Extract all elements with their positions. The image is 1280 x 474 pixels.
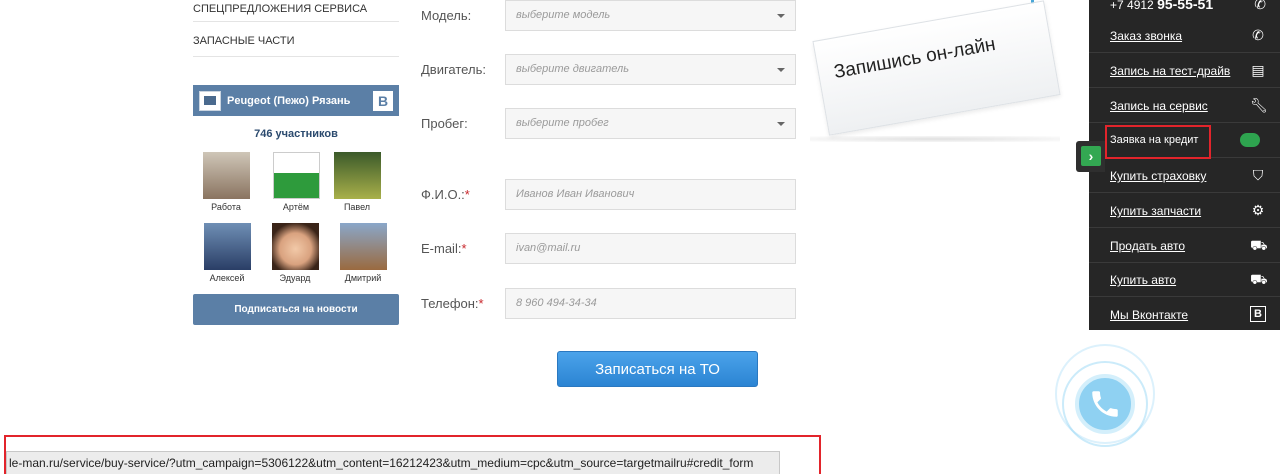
chevron-down-icon [777,122,785,126]
sidebar-item-label: Заказ звонка [1110,29,1183,43]
online-signup-tag[interactable]: Запишись он-лайн [805,0,1070,150]
sidebar-item-vk[interactable]: Мы Вконтакте В [1089,297,1280,332]
engine-label: Двигатель: [421,62,486,77]
member-photo [333,152,381,199]
member-name: Артём [282,202,310,212]
fio-input[interactable]: Иванов Иван Иванович [505,179,796,210]
gear-icon: ⚙ [1251,202,1265,218]
fio-label-text: Ф.И.О.: [421,187,465,202]
chevron-right-icon: › [1081,146,1101,166]
menu-item-service-offers[interactable]: СПЕЦПРЕДЛОЖЕНИЯ СЕРВИСА [193,0,399,22]
mileage-label-text: Пробег: [421,116,468,131]
submit-service-button[interactable]: Записаться на ТО [557,351,758,387]
member-name: Работа [211,202,241,212]
menu-item-spare-parts[interactable]: ЗАПАСНЫЕ ЧАСТИ [193,30,399,57]
phone-prefix: +7 4912 [1110,0,1154,12]
model-label: Модель: [421,8,471,23]
member-photo [272,152,320,199]
sidebar-item-insurance[interactable]: Купить страховку ⛉ [1089,158,1280,193]
chevron-down-icon [777,14,785,18]
fio-input-placeholder: Иванов Иван Иванович [516,188,635,200]
phone-label: Телефон:* [421,296,484,311]
engine-select-placeholder: выберите двигатель [516,63,629,75]
sidebar-item-service[interactable]: Запись на сервис 🔧︎ [1089,88,1280,123]
engine-label-text: Двигатель: [421,62,486,77]
member-photo [202,152,250,199]
callback-widget-button[interactable] [1040,344,1155,458]
sidebar-item-label: Купить авто [1110,273,1177,287]
mileage-select-placeholder: выберите пробег [516,117,609,129]
required-marker: * [464,187,470,202]
group-logo-icon [199,90,221,111]
left-menu: СПЕЦПРЕДЛОЖЕНИЯ СЕРВИСА ЗАПАСНЫЕ ЧАСТИ [193,0,399,57]
member-photo [339,223,387,270]
car-icon: ⛟ [1250,237,1268,253]
right-sidebar: +7 4912 95-55-51 ✆ Заказ звонка ✆ Запись… [1089,0,1280,330]
vk-widget-header[interactable]: Peugeot (Пежо) Рязань В [193,85,399,116]
member-photo [203,223,251,270]
member-photo [271,223,319,270]
required-marker: * [478,296,484,311]
mileage-label: Пробег: [421,116,468,131]
mileage-select[interactable]: выберите пробег [505,108,796,139]
model-label-text: Модель: [421,8,472,23]
sidebar-item-buy-car[interactable]: Купить авто ⛟ [1089,262,1280,297]
required-marker: * [461,241,467,256]
sidebar-item-label: Продать авто [1110,239,1186,253]
phone-icon: ✆ [1254,0,1266,12]
vk-icon[interactable]: В [373,90,393,111]
email-label: E-mail:* [421,241,467,256]
phone-input[interactable]: 8 960 494-34-34 [505,288,796,319]
email-label-text: E-mail: [421,241,462,256]
phone-label-text: Телефон: [421,296,479,311]
model-select[interactable]: выберите модель [505,0,796,31]
status-bar-url: le-man.ru/service/buy-service/?utm_campa… [6,451,780,474]
tag-shadow [810,136,1060,142]
shield-icon: ⛉ [1252,167,1264,183]
wrench-icon: 🔧︎ [1250,97,1268,113]
sidebar-item-label: Мы Вконтакте [1110,308,1189,322]
sidebar-item-label: Купить запчасти [1110,204,1202,218]
chevron-down-icon [777,68,785,72]
phone-icon: ✆ [1252,27,1264,43]
member-name: Павел [343,202,371,212]
highlight-box [1105,125,1211,159]
header-phone[interactable]: +7 4912 95-55-51 [1110,0,1213,12]
subscribe-button[interactable]: Подписаться на новости [193,294,399,325]
piggy-bank-icon [1240,133,1260,147]
sidebar-toggle[interactable]: › [1076,141,1105,172]
vk-icon: В [1250,306,1266,322]
sidebar-item-label: Запись на тест-драйв [1110,64,1231,78]
vk-member[interactable]: Работа [196,152,256,212]
email-input[interactable]: ivan@mail.ru [505,233,796,264]
vk-member[interactable]: Алексей [197,223,257,283]
sidebar-item-parts[interactable]: Купить запчасти ⚙ [1089,193,1280,228]
sidebar-item-callback[interactable]: Заказ звонка ✆ [1089,18,1280,53]
member-name: Эдуард [279,273,311,283]
vk-widget: Peugeot (Пежо) Рязань В 746 участников Р… [193,85,399,325]
phone-number: 95-55-51 [1157,0,1214,12]
document-icon: ▤ [1251,62,1265,78]
vk-member[interactable]: Павел [327,152,387,212]
sidebar-item-sell-car[interactable]: Продать авто ⛟ [1089,228,1280,263]
phone-input-placeholder: 8 960 494-34-34 [516,297,597,309]
email-input-placeholder: ivan@mail.ru [516,242,581,254]
vk-group-title[interactable]: Peugeot (Пежо) Рязань [227,95,350,107]
car-icon: ⛟ [1250,271,1268,287]
member-name: Алексей [209,273,245,283]
sidebar-item-label: Купить страховку [1110,169,1207,183]
fio-label: Ф.И.О.:* [421,187,470,202]
sidebar-item-label: Запись на сервис [1110,99,1208,113]
sidebar-item-test-drive[interactable]: Запись на тест-драйв ▤ [1089,53,1280,88]
model-select-placeholder: выберите модель [516,9,611,21]
member-name: Дмитрий [344,273,382,283]
vk-member[interactable]: Эдуард [265,223,325,283]
vk-member[interactable]: Дмитрий [333,223,393,283]
engine-select[interactable]: выберите двигатель [505,54,796,85]
phone-icon [1075,374,1135,434]
vk-member[interactable]: Артём [266,152,326,212]
vk-members-count[interactable]: 746 участников [193,128,399,140]
